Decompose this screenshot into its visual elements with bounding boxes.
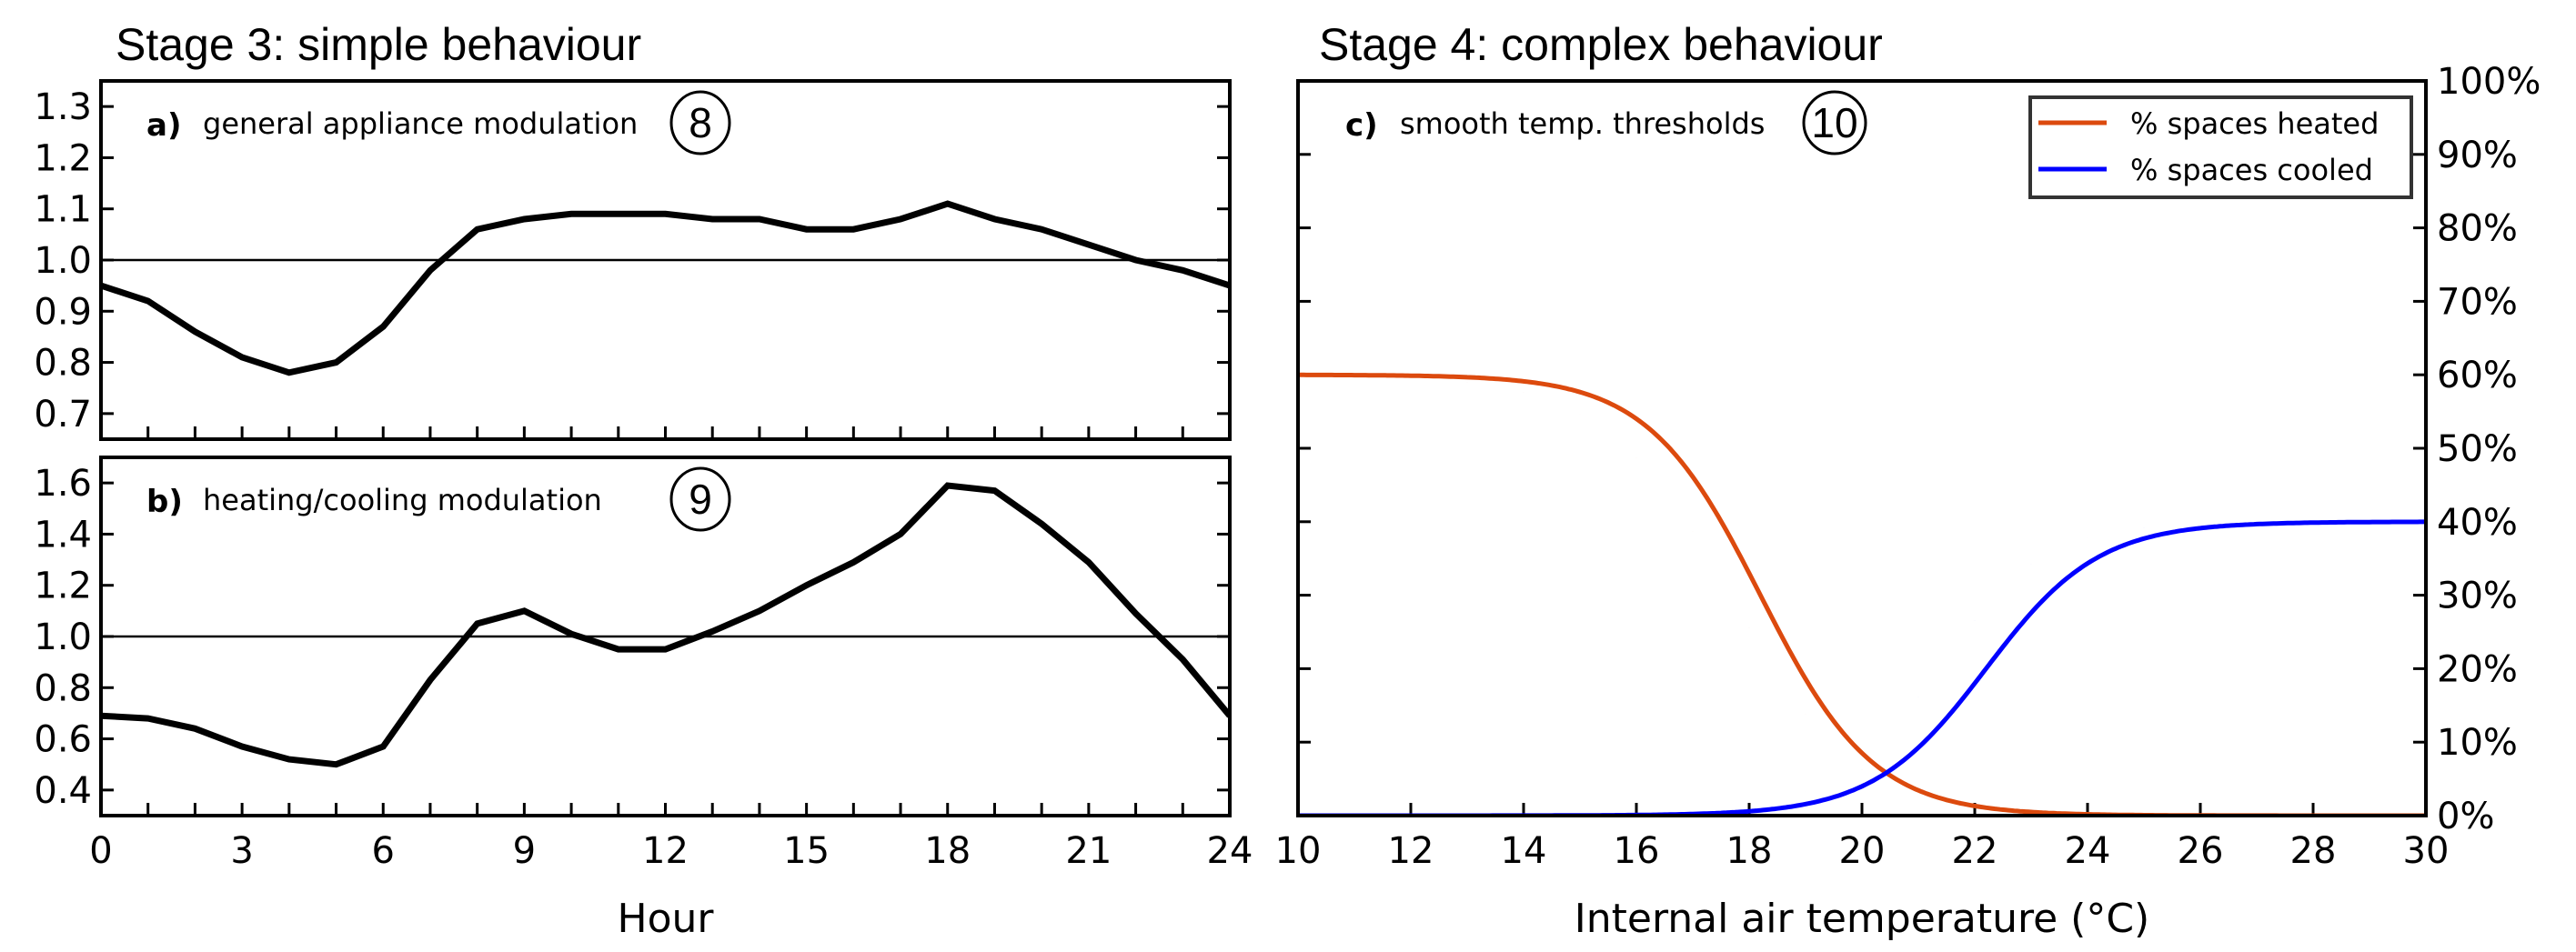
y-tick-label: 0.7 [34,394,92,436]
y-tick-label: 1.4 [34,514,92,556]
y-tick-label: 0.8 [34,667,92,709]
step-number: 9 [689,476,712,523]
panel-c-smooth-thresholds: 0%10%20%30%40%50%60%70%80%90%100%10 12 14 1… [1275,61,2541,942]
y-tick-label: 1.3 [34,86,92,128]
panel-letter: a) [146,107,181,144]
legend: % spaces heated % spaces cooled [2028,95,2413,199]
y-tick-label: 0.8 [34,343,92,385]
series-line-main [101,200,1230,376]
y-tick-label: 20% [2437,648,2518,690]
legend-label-heated: % spaces heated [2130,106,2379,141]
x-tick-label: 24 [2065,830,2111,872]
series-line-main [101,482,1230,768]
panel-letter: b) [146,484,183,520]
x-tick-label: 28 [2290,830,2337,872]
x-tick-label: 3 [230,830,253,872]
y-tick-label: 1.0 [34,240,92,282]
step-number: 8 [689,99,712,146]
panel-letter: c) [1345,107,1378,144]
figure: Stage 3: simple behaviour Stage 4: compl… [34,19,2541,942]
y-tick-label: 80% [2437,208,2518,250]
x-tick-label: 12 [642,830,689,872]
x-tick-label: 10 [1275,830,1322,872]
x-tick-label: 6 [372,830,395,872]
y-tick-label: 40% [2437,502,2518,544]
x-tick-label: 24 [1207,830,1253,872]
panel-description: smooth temp. thresholds [1400,106,1765,141]
y-tick-label: 50% [2437,428,2518,470]
stage4-title: Stage 4: complex behaviour [1319,19,1883,70]
panel-a-general-appliance: 0.7 0.8 0.9 1.0 1.1 1.2 1.3 a) general appliance… [34,79,1232,441]
x-tick-label: 12 [1388,830,1434,872]
step-number: 10 [1811,99,1857,146]
y-tick-label: 90% [2437,135,2518,176]
y-tick-label: 1.2 [34,566,92,607]
y-tick-label: 1.6 [34,463,92,505]
y-tick-label: 70% [2437,281,2518,323]
x-tick-label: 20 [1839,830,1886,872]
x-tick-label: 0 [89,830,112,872]
x-tick-label: 30 [2403,830,2450,872]
panel-b-heating-cooling: 0.4 0.6 0.8 1.0 1.2 1.4 1.6 0 3 6 9 12 15 18 21 24 Hour b… [34,456,1253,942]
x-tick-label: 14 [1501,830,1547,872]
y-tick-label: 1.1 [34,189,92,231]
y-tick-label: 100% [2437,61,2541,103]
x-tick-label: 15 [783,830,830,872]
x-tick-label: 21 [1065,830,1112,872]
stage3-title: Stage 3: simple behaviour [116,19,641,70]
series-line-cooled [1298,519,2426,816]
x-axis-label: Hour [618,896,715,942]
x-tick-label: 9 [513,830,536,872]
y-tick-label: 0.9 [34,291,92,333]
x-tick-label: 18 [1726,830,1773,872]
y-tick-label: 1.2 [34,137,92,179]
legend-label-cooled: % spaces cooled [2130,153,2373,187]
x-tick-label: 22 [1952,830,1998,872]
x-tick-label: 16 [1614,830,1660,872]
panel-description: general appliance modulation [203,106,638,141]
x-tick-label: 18 [924,830,971,872]
y-tick-label: 30% [2437,576,2518,617]
y-tick-label: 1.0 [34,616,92,658]
series-line-heated [1298,372,2426,816]
x-tick-label: 26 [2178,830,2224,872]
y-tick-label: 0.4 [34,770,92,812]
y-tick-label: 10% [2437,722,2518,764]
x-axis-label: Internal air temperature (°C) [1575,896,2149,942]
y-tick-label: 60% [2437,355,2518,396]
y-tick-label: 0.6 [34,719,92,761]
panel-description: heating/cooling modulation [203,483,602,517]
